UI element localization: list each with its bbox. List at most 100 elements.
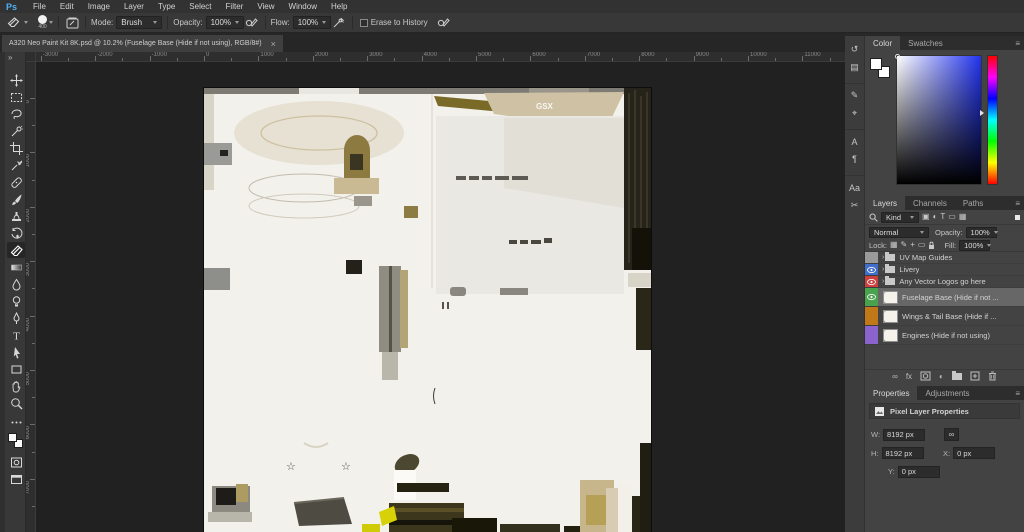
layer-visibility-chip[interactable] [865,307,878,325]
lock-artboard-icon[interactable]: ▭ [918,241,926,249]
hue-slider-marker[interactable] [980,110,984,116]
expand-arrow-icon[interactable]: › [882,266,884,273]
dodge-tool[interactable] [7,293,25,309]
color-field[interactable] [896,55,982,185]
tab-adjustments[interactable]: Adjustments [917,386,977,400]
screen-mode-button[interactable] [7,471,25,487]
layer-name[interactable]: Wings & Tail Base (Hide if ... [902,312,996,321]
lock-pixels-icon[interactable]: ✎ [901,241,908,249]
eyedropper-tool[interactable] [7,157,25,173]
type-tool[interactable]: T [7,327,25,343]
spot-healing-brush-tool[interactable] [7,174,25,190]
document-tab[interactable]: A320 Neo Paint Kit 8K.psd @ 10.2% (Fusel… [2,35,283,52]
path-selection-tool[interactable] [7,344,25,360]
layer-row-any-vector-logos-go-here[interactable]: › Any Vector Logos go here [865,276,1024,288]
rectangular-marquee-tool[interactable] [7,89,25,105]
tool-preset-picker[interactable] [5,15,28,30]
pressure-opacity-icon[interactable] [244,15,260,30]
flow-select[interactable]: 100% [293,16,331,29]
filter-smart-objects-icon[interactable]: ▦ [959,213,967,221]
brush-pressure-icon[interactable] [436,15,452,30]
menu-image[interactable]: Image [81,2,117,11]
layer-name[interactable]: Fuselage Base (Hide if not ... [902,293,999,302]
foreground-color-swatch[interactable] [870,58,882,70]
hue-slider[interactable] [987,55,998,185]
link-layers-icon[interactable]: ∞ [892,372,898,381]
panel-menu-icon[interactable]: ≡ [1011,386,1024,400]
brush-settings-panel-icon[interactable]: ✎ [845,83,864,104]
erase-to-history-checkbox[interactable] [360,19,368,27]
filter-adjustment-layers-icon[interactable]: ◐ [933,213,938,221]
blend-mode-select[interactable]: Normal [869,227,929,238]
layer-name[interactable]: Engines (Hide if not using) [902,331,990,340]
delete-layer-icon[interactable] [988,371,997,381]
tab-color[interactable]: Color [865,36,900,50]
brush-preset-button[interactable]: 400 [38,15,47,30]
layer-row-engines-hide-if-not-using[interactable]: › Engines (Hide if not using) [865,326,1024,345]
move-tool[interactable] [7,72,25,88]
character-panel-icon[interactable]: A [845,129,864,150]
height-field[interactable]: 8192 px [882,447,924,459]
layer-visibility-chip[interactable] [865,264,878,275]
toggle-brush-panel-icon[interactable] [64,15,80,30]
menu-window[interactable]: Window [282,2,324,11]
menu-file[interactable]: File [26,2,53,11]
menu-type[interactable]: Type [151,2,182,11]
filter-pixel-layers-icon[interactable]: ▣ [922,213,930,221]
layer-row-fuselage-base-hide-if-not[interactable]: › Fuselage Base (Hide if not ... [865,288,1024,307]
foreground-background-swatches[interactable] [7,432,25,450]
mode-select[interactable]: Brush [116,16,162,29]
blur-tool[interactable] [7,276,25,292]
quick-mask-button[interactable] [7,454,25,470]
fill-select[interactable]: 100% [959,240,990,251]
layer-thumbnail[interactable] [883,310,898,323]
canvas[interactable]: ☆ ☆ GSX [204,88,651,532]
hand-tool[interactable] [7,378,25,394]
eraser-tool[interactable] [7,242,25,258]
layer-row-uv-map-guides[interactable]: › UV Map Guides [865,252,1024,264]
tab-properties[interactable]: Properties [865,386,917,400]
layer-row-wings-tail-base-hide-if[interactable]: › Wings & Tail Base (Hide if ... [865,307,1024,326]
lock-all-icon[interactable] [928,241,935,250]
paragraph-panel-icon[interactable]: ¶ [845,150,864,168]
x-field[interactable]: 0 px [953,447,995,459]
ruler-top[interactable]: -3000-2000-10000100020003000400050006000… [26,52,845,62]
tab-swatches[interactable]: Swatches [900,36,951,50]
close-tab-icon[interactable]: × [271,39,276,49]
y-field[interactable]: 0 px [898,466,940,478]
layer-comps-panel-icon[interactable]: ▤ [845,58,864,76]
layer-visibility-chip[interactable] [865,326,878,344]
measurement-log-panel-icon[interactable]: ✂ [845,196,864,214]
lasso-tool[interactable] [7,106,25,122]
menu-edit[interactable]: Edit [53,2,81,11]
opacity-select[interactable]: 100% [206,16,244,29]
pen-tool[interactable] [7,310,25,326]
zoom-tool[interactable] [7,395,25,411]
layer-visibility-chip[interactable] [865,288,878,306]
history-panel-icon[interactable]: ↺ [845,40,864,58]
quick-selection-tool[interactable] [7,123,25,139]
new-adjustment-layer-icon[interactable]: ◐ [939,372,944,381]
width-field[interactable]: 8192 px [883,429,925,441]
filter-kind-select[interactable]: Kind [881,212,919,223]
menu-help[interactable]: Help [324,2,354,11]
ruler-left[interactable]: 01000200030004000500060007000 [26,62,36,532]
layer-row-livery[interactable]: › Livery [865,264,1024,276]
new-layer-icon[interactable] [970,371,980,381]
add-layer-mask-icon[interactable] [920,371,931,381]
menu-filter[interactable]: Filter [219,2,251,11]
foreground-color-swatch[interactable] [8,433,17,442]
menu-view[interactable]: View [250,2,281,11]
layer-thumbnail[interactable] [883,329,898,342]
chevron-down-icon[interactable] [49,21,53,24]
glyphs-panel-icon[interactable]: Aa [845,175,864,196]
layer-name[interactable]: Livery [899,265,919,274]
link-dimensions-icon[interactable]: ∞ [944,428,959,441]
layer-visibility-chip[interactable] [865,276,878,287]
history-brush-tool[interactable] [7,225,25,241]
tab-layers[interactable]: Layers [865,196,905,210]
lock-position-icon[interactable]: + [910,241,915,249]
collapse-toolbar-icon[interactable]: » [8,53,12,62]
layer-visibility-chip[interactable] [865,252,878,263]
expand-arrow-icon[interactable]: › [882,278,884,285]
